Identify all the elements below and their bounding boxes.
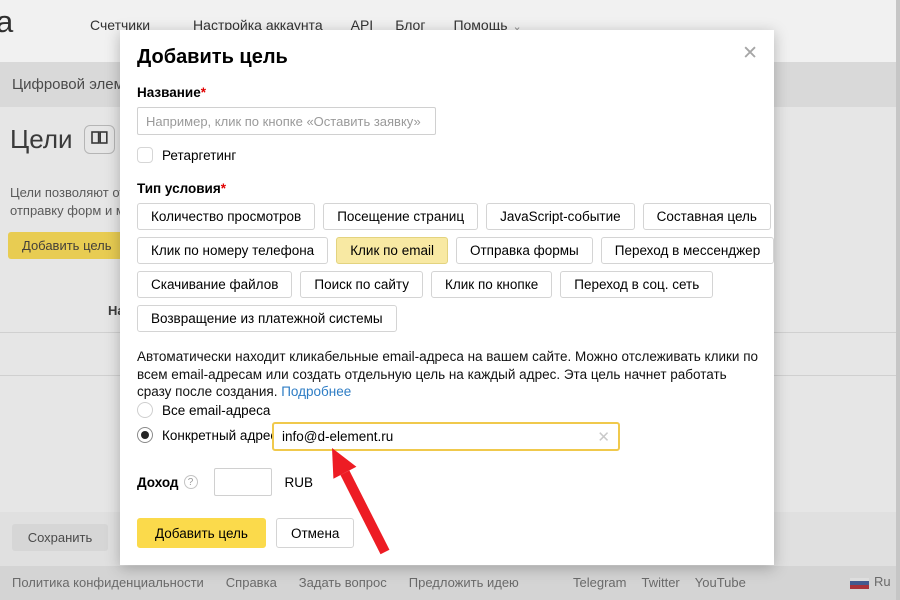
goal-name-input[interactable] xyxy=(137,107,436,135)
chip-pageviews[interactable]: Количество просмотров xyxy=(137,203,315,230)
docs-book-button[interactable] xyxy=(84,125,115,154)
background-add-goal-button[interactable]: Добавить цель xyxy=(8,232,138,259)
page-title: Цели xyxy=(10,124,73,155)
name-label: Название* xyxy=(137,85,206,100)
retargeting-row[interactable]: Ретаргетинг xyxy=(137,147,236,163)
chip-page-visits[interactable]: Посещение страниц xyxy=(323,203,478,230)
add-goal-modal: Добавить цель ✕ Название* Ретаргетинг Ти… xyxy=(120,30,774,565)
language-selector[interactable]: Ru xyxy=(874,574,891,589)
required-asterisk: * xyxy=(201,85,206,100)
chip-composite-goal[interactable]: Составная цель xyxy=(643,203,771,230)
footer-link-ask[interactable]: Задать вопрос xyxy=(299,575,387,590)
all-emails-label: Все email-адреса xyxy=(162,403,270,418)
all-emails-radio[interactable] xyxy=(137,402,153,418)
more-link[interactable]: Подробнее xyxy=(281,384,351,399)
footer-link-telegram[interactable]: Telegram xyxy=(573,575,626,590)
help-icon[interactable]: ? xyxy=(184,475,198,489)
specific-address-radio-row[interactable]: Конкретный адрес xyxy=(137,427,277,443)
email-goal-description: Автоматически находит кликабельные email… xyxy=(137,348,761,401)
goals-description-line2: отправку форм и м xyxy=(10,203,125,218)
footer-link-help[interactable]: Справка xyxy=(226,575,277,590)
required-asterisk: * xyxy=(221,181,226,196)
income-label: Доход xyxy=(137,475,179,490)
chip-social-network[interactable]: Переход в соц. сеть xyxy=(560,271,713,298)
chip-messenger[interactable]: Переход в мессенджер xyxy=(601,237,774,264)
chip-phone-click[interactable]: Клик по номеру телефона xyxy=(137,237,328,264)
submit-add-goal-button[interactable]: Добавить цель xyxy=(137,518,266,548)
cancel-button[interactable]: Отмена xyxy=(276,518,354,548)
book-icon xyxy=(91,131,108,149)
chip-form-submit[interactable]: Отправка формы xyxy=(456,237,593,264)
specific-address-radio[interactable] xyxy=(137,427,153,443)
russia-flag-icon xyxy=(850,578,869,589)
metrica-goals-page: а Счетчики Настройка аккаунта API Блог П… xyxy=(0,0,900,600)
site-name: Цифровой элеме xyxy=(12,76,132,93)
modal-title: Добавить цель xyxy=(137,46,288,69)
chip-payment-return[interactable]: Возвращение из платежной системы xyxy=(137,305,397,332)
income-row: Доход ? RUB xyxy=(137,468,313,496)
specific-address-label: Конкретный адрес xyxy=(162,428,277,443)
footer-link-twitter[interactable]: Twitter xyxy=(641,575,679,590)
chip-email-click-selected[interactable]: Клик по email xyxy=(336,237,448,264)
currency-label: RUB xyxy=(285,475,314,490)
scrollbar[interactable] xyxy=(896,0,900,600)
chip-site-search[interactable]: Поиск по сайту xyxy=(300,271,423,298)
footer: Политика конфиденциальности Справка Зада… xyxy=(0,566,900,600)
condition-type-label: Тип условия* xyxy=(137,181,226,196)
email-address-field: ✕ xyxy=(272,422,620,451)
all-emails-radio-row[interactable]: Все email-адреса xyxy=(137,402,270,418)
close-icon[interactable]: ✕ xyxy=(742,42,758,65)
logo-partial: а xyxy=(0,4,13,40)
chip-js-event[interactable]: JavaScript-событие xyxy=(486,203,635,230)
save-button[interactable]: Сохранить xyxy=(12,524,108,551)
income-input[interactable] xyxy=(214,468,272,496)
footer-link-privacy[interactable]: Политика конфиденциальности xyxy=(12,575,204,590)
chip-file-download[interactable]: Скачивание файлов xyxy=(137,271,292,298)
goals-description-line1: Цели позволяют от xyxy=(10,185,125,200)
condition-type-chips: Количество просмотров Посещение страниц … xyxy=(137,203,759,339)
footer-link-idea[interactable]: Предложить идею xyxy=(409,575,519,590)
retargeting-checkbox[interactable] xyxy=(137,147,153,163)
retargeting-label: Ретаргетинг xyxy=(162,148,236,163)
footer-link-youtube[interactable]: YouTube xyxy=(695,575,746,590)
clear-icon[interactable]: ✕ xyxy=(597,428,618,446)
email-address-input[interactable] xyxy=(274,429,597,444)
chip-button-click[interactable]: Клик по кнопке xyxy=(431,271,552,298)
